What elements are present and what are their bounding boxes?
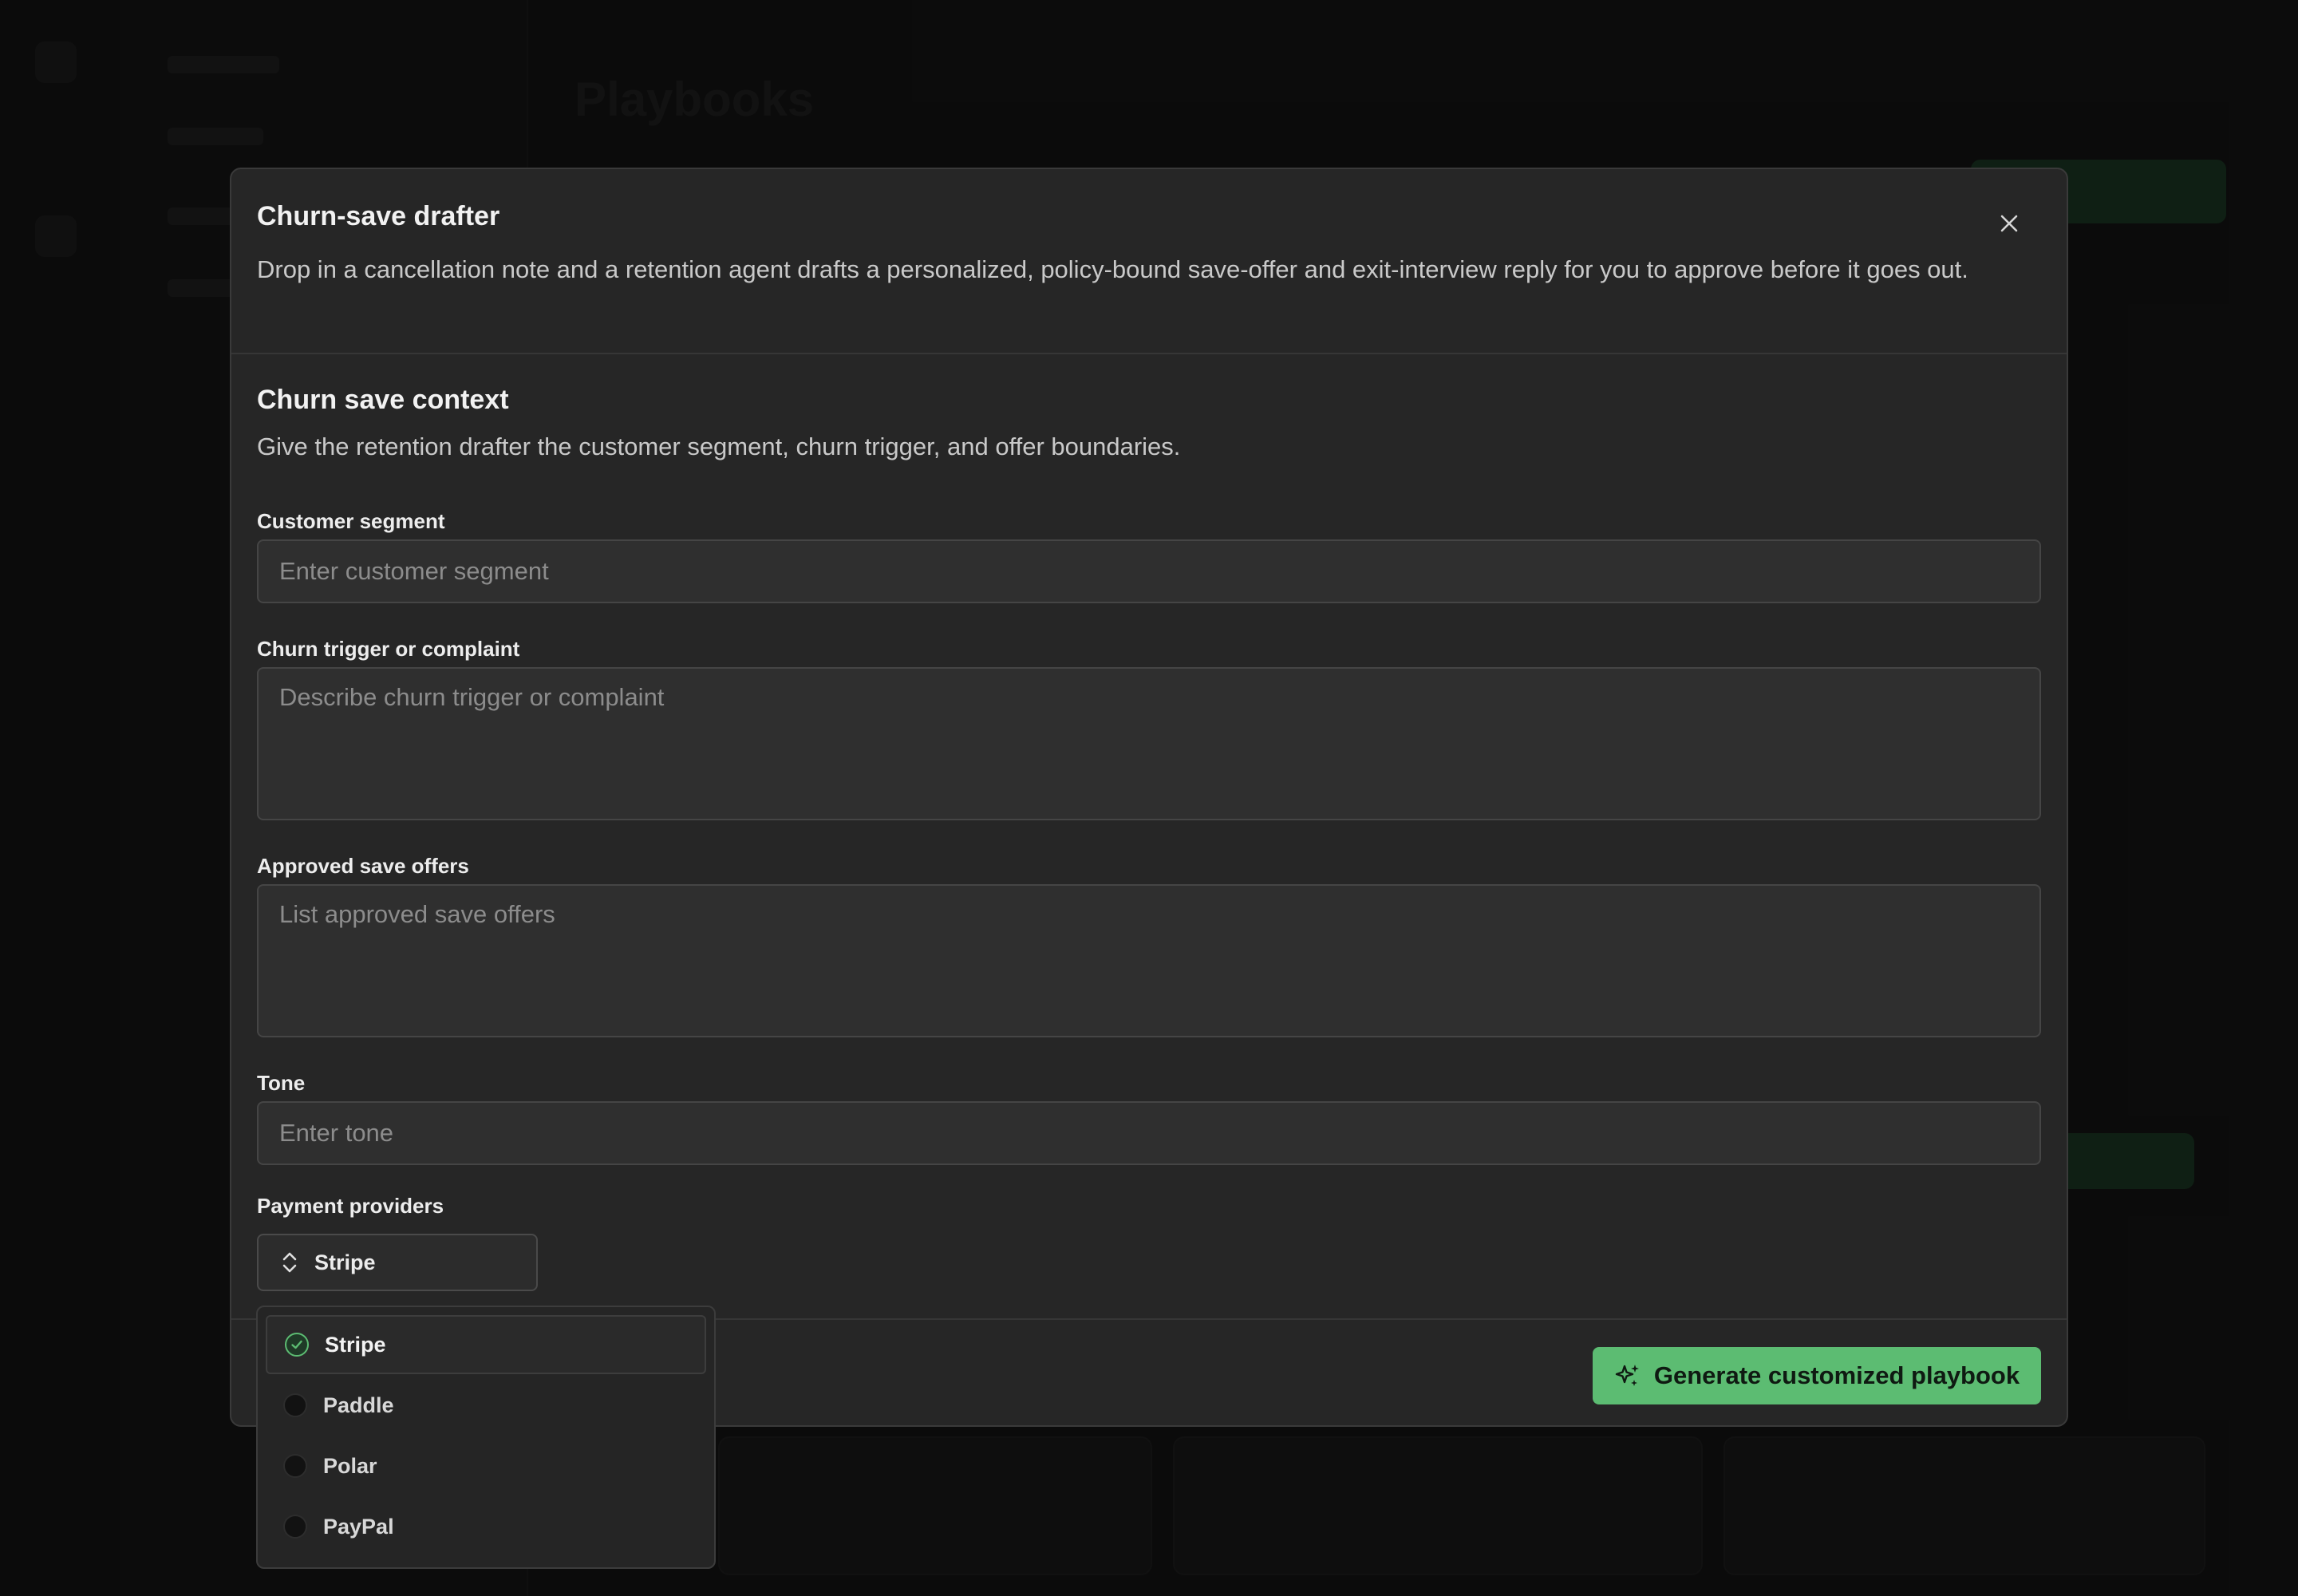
modal-title: Churn-save drafter [257,201,500,231]
option-label: Paddle [323,1393,394,1417]
customer-segment-input[interactable] [257,539,2041,603]
customer-segment-label: Customer segment [257,509,445,533]
payment-providers-dropdown: Stripe Paddle Polar PayPal [256,1306,716,1569]
option-paypal[interactable]: PayPal [266,1497,706,1556]
section-description: Give the retention drafter the customer … [257,433,1181,460]
checkbox-icon[interactable] [283,1454,307,1478]
payment-providers-label: Payment providers [257,1194,444,1218]
modal-header: Churn-save drafter Drop in a cancellatio… [231,169,2067,354]
sparkle-icon [1614,1362,1641,1389]
payment-providers-selected: Stripe [314,1250,376,1274]
close-icon [2000,215,2018,232]
chevron-up-down-icon [282,1252,297,1273]
option-label: Stripe [325,1332,386,1357]
checkbox-icon[interactable] [283,1393,307,1417]
save-offers-label: Approved save offers [257,854,469,878]
modal-description: Drop in a cancellation note and a retent… [257,255,1968,283]
save-offers-textarea[interactable] [257,884,2041,1037]
option-stripe[interactable]: Stripe [266,1315,706,1374]
generate-playbook-button[interactable]: Generate customized playbook [1593,1347,2041,1404]
checkbox-icon[interactable] [283,1515,307,1539]
option-label: Polar [323,1453,377,1478]
churn-trigger-label: Churn trigger or complaint [257,637,520,661]
option-polar[interactable]: Polar [266,1436,706,1495]
tone-label: Tone [257,1071,306,1095]
checkbox-checked-icon[interactable] [285,1333,309,1357]
tone-input[interactable] [257,1101,2041,1165]
option-label: PayPal [323,1514,394,1539]
generate-playbook-label: Generate customized playbook [1653,1361,2020,1389]
payment-providers-select[interactable]: Stripe [257,1234,538,1291]
section-title: Churn save context [257,385,509,415]
churn-save-modal: Churn-save drafter Drop in a cancellatio… [230,168,2068,1427]
option-paddle[interactable]: Paddle [266,1376,706,1435]
churn-trigger-textarea[interactable] [257,667,2041,820]
close-button[interactable] [1990,204,2028,243]
